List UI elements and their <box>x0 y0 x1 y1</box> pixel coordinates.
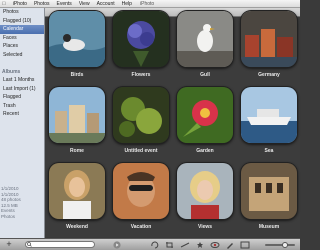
event-thumbnail[interactable] <box>177 163 233 219</box>
event-tile[interactable]: Germany <box>239 11 299 81</box>
event-label: Weekend <box>66 224 88 230</box>
sidebar-item[interactable]: Selected <box>0 51 44 60</box>
ship-image <box>241 87 297 143</box>
events-grid: Birds Flowers Gull Germany Rome Untitled… <box>45 11 300 237</box>
sidebar-item-selected[interactable]: Calendar <box>0 25 44 34</box>
enhance-icon[interactable] <box>195 241 205 249</box>
search-input[interactable] <box>25 241 95 248</box>
leaves-image <box>113 87 169 143</box>
menu-help[interactable]: Help <box>122 1 132 7</box>
info-panel: 1/1/2010 1/1/2010 48 photos 12.5 MB Even… <box>0 186 44 219</box>
sidebar-item[interactable]: Flagged <box>0 93 44 102</box>
event-thumbnail[interactable] <box>49 11 105 67</box>
zoom-slider-knob[interactable] <box>282 242 288 248</box>
window-title: iPhoto <box>140 1 155 7</box>
sidebar-item[interactable]: Flagged (10) <box>0 17 44 26</box>
bottom-toolbar: + <box>0 238 300 250</box>
event-thumbnail[interactable] <box>49 163 105 219</box>
menu-bar:  iPhoto Photos Events View Account Help… <box>0 0 300 8</box>
event-label: Vacation <box>130 224 152 230</box>
sidebar-item[interactable]: Trash <box>0 102 44 111</box>
flower-image <box>113 11 169 67</box>
event-thumbnail[interactable] <box>241 87 297 143</box>
menu-iphoto[interactable]: iPhoto <box>13 1 27 7</box>
search-icon <box>27 242 32 247</box>
event-thumbnail[interactable] <box>177 11 233 67</box>
event-tile[interactable]: Untitled event <box>111 87 171 157</box>
event-thumbnail[interactable] <box>113 11 169 67</box>
event-label: Germany <box>258 72 280 78</box>
sidebar-item[interactable]: Last Import (1) <box>0 85 44 94</box>
event-thumbnail[interactable] <box>241 11 297 67</box>
menu-account[interactable]: Account <box>97 1 115 7</box>
bird-image <box>49 11 105 67</box>
gull-image <box>177 11 233 67</box>
sidebar: Photos Flagged (10) Calendar Faces Place… <box>0 8 45 238</box>
straighten-icon[interactable] <box>180 241 190 249</box>
building-image <box>241 163 297 219</box>
sidebar-item[interactable]: Places <box>0 42 44 51</box>
event-tile[interactable]: Birds <box>47 11 107 81</box>
event-tile[interactable]: Views <box>175 163 235 233</box>
event-thumbnail[interactable] <box>113 87 169 143</box>
event-label: Sea <box>264 148 274 154</box>
event-label: Views <box>197 224 213 230</box>
apple-menu[interactable]:  <box>2 1 6 7</box>
sidebar-item[interactable]: Faces <box>0 34 44 43</box>
event-label: Rome <box>70 148 84 154</box>
event-tile[interactable]: Museum <box>239 163 299 233</box>
adjust-icon[interactable] <box>240 241 250 249</box>
event-label: Gull <box>200 72 210 78</box>
sidebar-section-header: Albums <box>2 68 21 75</box>
event-tile[interactable]: Flowers <box>111 11 171 81</box>
man-image <box>113 163 169 219</box>
red-eye-icon[interactable] <box>210 241 220 249</box>
event-label: Untitled event <box>124 148 158 154</box>
event-thumbnail[interactable] <box>113 163 169 219</box>
sidebar-item[interactable]: Last 1 Months <box>0 76 44 85</box>
sidebar-item[interactable]: Recent <box>0 110 44 119</box>
retouch-icon[interactable] <box>225 241 235 249</box>
event-tile[interactable]: Sea <box>239 87 299 157</box>
blonde-woman-image <box>177 163 233 219</box>
event-thumbnail[interactable] <box>49 87 105 143</box>
rotate-icon[interactable] <box>150 241 160 249</box>
red-flower-image <box>177 87 233 143</box>
zoom-slider-track[interactable] <box>265 244 295 246</box>
event-tile[interactable]: Rome <box>47 87 107 157</box>
sidebar-item[interactable]: Photos <box>0 8 44 17</box>
event-label: Garden <box>196 148 214 154</box>
woman-image <box>49 163 105 219</box>
city-image <box>49 87 105 143</box>
event-tile[interactable]: Weekend <box>47 163 107 233</box>
add-button[interactable]: + <box>4 240 14 249</box>
event-tile[interactable]: Gull <box>175 11 235 81</box>
event-label: Museum <box>258 224 280 230</box>
menu-photos[interactable]: Photos <box>34 1 50 7</box>
play-slideshow-icon[interactable] <box>113 241 121 249</box>
menu-view[interactable]: View <box>79 1 90 7</box>
event-tile[interactable]: Vacation <box>111 163 171 233</box>
town-image <box>241 11 297 67</box>
crop-icon[interactable] <box>165 241 175 249</box>
event-label: Birds <box>70 72 84 78</box>
info-line: Photos <box>1 213 16 219</box>
sidebar-item[interactable] <box>0 59 44 68</box>
event-tile[interactable]: Garden <box>175 87 235 157</box>
menu-events[interactable]: Events <box>57 1 72 7</box>
event-thumbnail[interactable] <box>177 87 233 143</box>
event-thumbnail[interactable] <box>241 163 297 219</box>
event-label: Flowers <box>131 72 151 78</box>
